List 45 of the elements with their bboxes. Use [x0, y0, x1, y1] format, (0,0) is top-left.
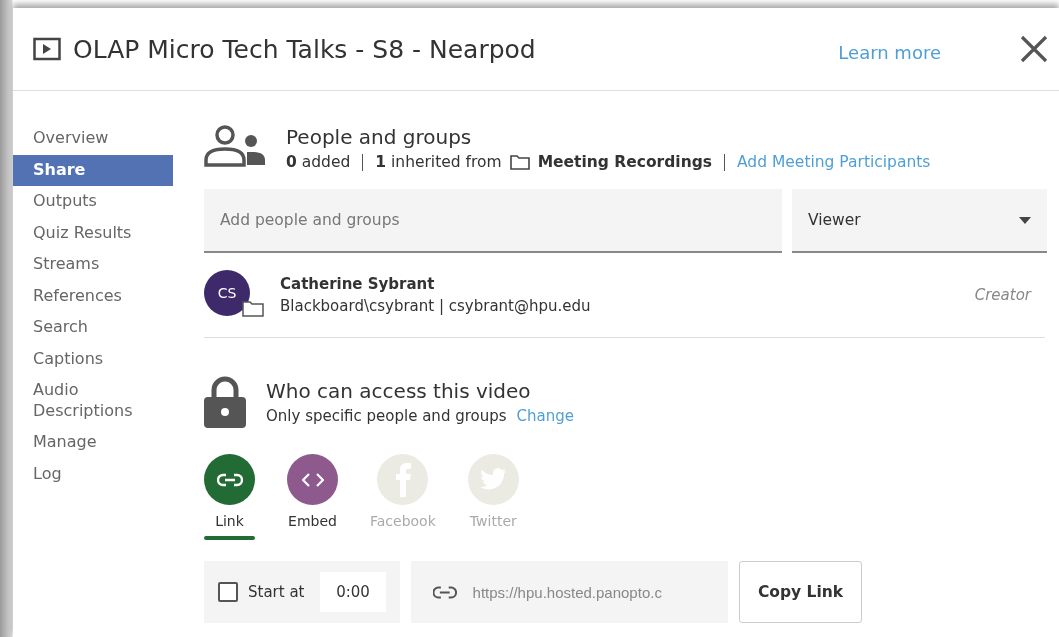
added-count: 0 added — [286, 153, 351, 171]
code-icon — [301, 471, 324, 488]
bird-icon — [479, 467, 508, 492]
sidebar-item[interactable]: Audio Descriptions — [13, 375, 173, 427]
avatar: CS — [204, 270, 250, 316]
add-participants-link[interactable]: Add Meeting Participants — [737, 153, 931, 171]
role-dropdown[interactable]: Viewer — [792, 189, 1047, 253]
sidebar-item[interactable]: Search — [13, 312, 173, 344]
copy-link-button[interactable]: Copy Link — [739, 561, 862, 623]
member-role: Creator — [974, 286, 1031, 304]
inherited-count: 1 inherited from — [375, 153, 502, 171]
folder-name: Meeting Recordings — [537, 153, 712, 171]
link-icon — [216, 472, 243, 487]
sidebar-item[interactable]: References — [13, 280, 173, 312]
sidebar-item[interactable]: Log — [13, 458, 173, 490]
section-heading: Who can access this video — [266, 379, 532, 403]
link-icon — [433, 585, 457, 599]
access-description: Only specific people and groups — [266, 407, 507, 425]
sidebar-item[interactable]: Manage — [13, 427, 173, 459]
sidebar-item[interactable]: Quiz Results — [13, 217, 173, 249]
folder-icon — [242, 299, 264, 317]
window-title: OLAP Micro Tech Talks - S8 - Nearpod — [73, 34, 537, 64]
facebook-icon — [394, 462, 411, 497]
play-icon — [33, 37, 61, 61]
start-time-field[interactable]: 0:00 — [320, 572, 386, 612]
learn-more-link[interactable]: Learn more — [838, 41, 941, 63]
member-name: Catherine Sybrant — [280, 275, 436, 293]
change-link[interactable]: Change — [516, 407, 574, 425]
sidebar-item[interactable]: Streams — [13, 249, 173, 281]
sidebar-item[interactable]: Outputs — [13, 186, 173, 218]
sidebar-item[interactable]: Share — [13, 154, 173, 186]
share-option-tab[interactable]: Embed — [287, 454, 338, 540]
people-icon — [204, 125, 266, 167]
sidebar-item[interactable]: Overview — [13, 123, 173, 155]
start-at-label: Start at — [248, 583, 305, 601]
people-search-field[interactable]: Add people and groups — [204, 189, 782, 253]
section-heading: People and groups — [286, 125, 473, 149]
folder-icon — [509, 154, 530, 170]
caret-icon — [1019, 216, 1031, 224]
member-detail: Blackboard\csybrant | csybrant@hpu.edu — [280, 297, 592, 315]
sidebar-item[interactable]: Captions — [13, 343, 173, 375]
checkbox[interactable] — [218, 582, 238, 602]
close-icon[interactable] — [1019, 34, 1049, 64]
lock-icon — [204, 376, 246, 428]
share-option-tab[interactable]: Link — [204, 454, 255, 540]
